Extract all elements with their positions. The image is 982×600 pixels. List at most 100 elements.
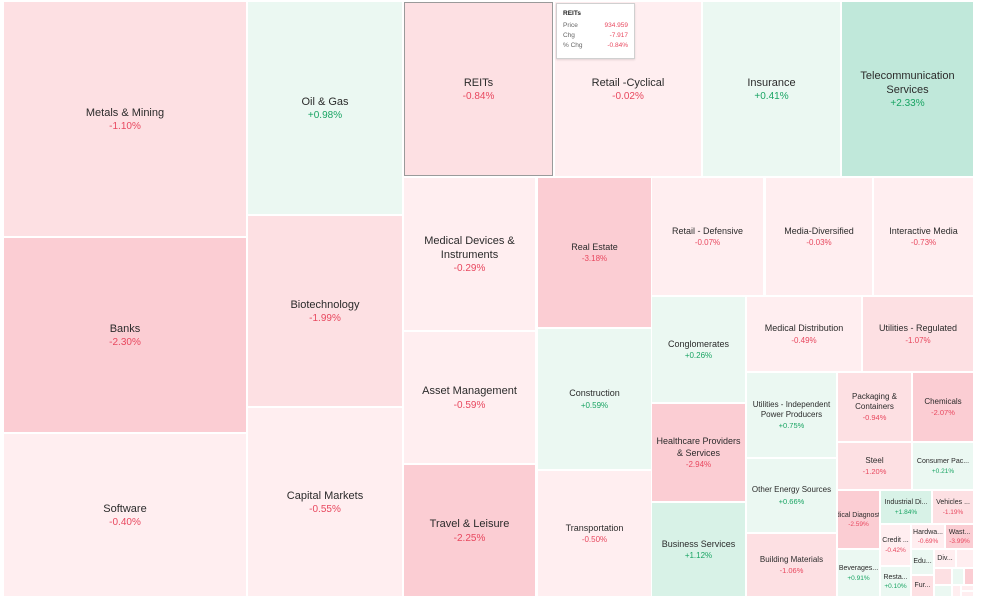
hover-tooltip: REITs Price 934.959 Chg -7.917 % Chg -0.… xyxy=(556,3,635,59)
cell-label: Media-Diversified xyxy=(784,225,854,236)
cell-change: +1.12% xyxy=(684,551,713,561)
tooltip-row-price: Price 934.959 xyxy=(563,22,628,29)
cell-change: +0.21% xyxy=(931,467,955,475)
cell-label: Utilities - Independent Power Producers xyxy=(752,399,831,419)
treemap-cell-unlabeled-8[interactable] xyxy=(962,592,973,596)
treemap-cell-asset-management[interactable]: Asset Management -0.59% xyxy=(404,332,535,463)
treemap-cell-capital-markets[interactable]: Capital Markets -0.55% xyxy=(248,408,402,596)
cell-label: Software xyxy=(103,502,147,515)
treemap-cell-utilities-independent-power-producers[interactable]: Utilities - Independent Power Producers +… xyxy=(747,373,836,457)
treemap-cell-unlabeled-5[interactable] xyxy=(935,586,951,596)
treemap-cell-beverages[interactable]: Beverages... +0.91% xyxy=(838,550,879,596)
cell-label: Vehicles ... xyxy=(936,499,970,507)
tooltip-row-pct-chg: % Chg -0.84% xyxy=(563,42,628,49)
treemap-cell-restaurants[interactable]: Resta... +0.10% xyxy=(881,567,910,596)
cell-label: Beverages... xyxy=(838,565,879,573)
cell-label: Other Energy Sources xyxy=(751,485,832,495)
treemap-cell-medical-diagnostics[interactable]: Medical Diagnostic... -2.59% xyxy=(838,491,879,548)
treemap-cell-telecommunication-services[interactable]: Telecommunication Services +2.33% xyxy=(842,2,973,176)
cell-label: Banks xyxy=(109,322,141,335)
tooltip-label: Price xyxy=(563,22,578,29)
cell-label: Industrial Di... xyxy=(884,499,928,507)
cell-label: Biotechnology xyxy=(290,298,360,311)
treemap-cell-healthcare-providers-and-services[interactable]: Healthcare Providers & Services -2.94% xyxy=(652,404,745,501)
treemap-cell-travel-and-leisure[interactable]: Travel & Leisure -2.25% xyxy=(404,465,535,596)
treemap-cell-unlabeled-3[interactable] xyxy=(953,569,963,584)
treemap-cell-reits[interactable]: REITs -0.84% xyxy=(404,2,553,176)
treemap-cell-business-services[interactable]: Business Services +1.12% xyxy=(652,503,745,596)
cell-label: Capital Markets xyxy=(286,489,364,502)
treemap-cell-unlabeled-4[interactable] xyxy=(965,569,973,584)
treemap-cell-metals-and-mining[interactable]: Metals & Mining -1.10% xyxy=(4,2,246,236)
cell-change: -0.94% xyxy=(862,413,887,423)
treemap-cell-unlabeled-7[interactable] xyxy=(962,586,973,590)
cell-label: Building Materials xyxy=(759,554,824,564)
treemap-cell-diversified[interactable]: Div... xyxy=(935,550,955,567)
cell-change: -2.94% xyxy=(685,460,712,470)
treemap-cell-furnishings[interactable]: Fur... xyxy=(912,576,933,596)
treemap-cell-insurance[interactable]: Insurance +0.41% xyxy=(703,2,840,176)
cell-change: -0.73% xyxy=(910,238,937,248)
cell-change: +2.33% xyxy=(890,98,925,110)
cell-label: Resta... xyxy=(883,573,908,581)
cell-label: Hardwa... xyxy=(913,528,943,536)
cell-change: +1.84% xyxy=(894,508,918,516)
sector-treemap: Metals & Mining -1.10% Banks -2.30% Software… xyxy=(0,0,982,600)
treemap-cell-banks[interactable]: Banks -2.30% xyxy=(4,238,246,432)
cell-change: -0.49% xyxy=(791,335,817,345)
cell-change: -2.25% xyxy=(453,532,486,544)
cell-label: Transportation xyxy=(565,522,624,533)
cell-change: -2.59% xyxy=(848,521,869,529)
cell-label: Insurance xyxy=(747,76,796,89)
cell-change: -2.07% xyxy=(931,408,955,418)
treemap-cell-unlabeled-1[interactable] xyxy=(957,550,973,567)
treemap-cell-interactive-media[interactable]: Interactive Media -0.73% xyxy=(874,178,973,295)
treemap-cell-construction[interactable]: Construction +0.59% xyxy=(538,329,651,469)
cell-change: -0.03% xyxy=(806,238,832,248)
cell-change: -3.18% xyxy=(581,254,608,264)
treemap-cell-vehicles[interactable]: Vehicles ... -1.19% xyxy=(933,491,973,523)
cell-change: -0.55% xyxy=(309,504,341,516)
tooltip-value: -7.917 xyxy=(609,32,628,39)
cell-label: REITs xyxy=(463,76,494,89)
treemap-cell-real-estate[interactable]: Real Estate -3.18% xyxy=(538,178,651,327)
treemap-cell-conglomerates[interactable]: Conglomerates +0.26% xyxy=(652,297,745,402)
cell-label: Packaging & Containers xyxy=(852,391,897,411)
tooltip-row-chg: Chg -7.917 xyxy=(563,32,628,39)
cell-label: Telecommunication Services xyxy=(860,69,955,96)
treemap-cell-unlabeled-6[interactable] xyxy=(953,586,960,596)
treemap-cell-unlabeled-2[interactable] xyxy=(935,569,951,584)
treemap-cell-transportation[interactable]: Transportation -0.50% xyxy=(538,471,651,596)
treemap-cell-steel[interactable]: Steel -1.20% xyxy=(838,443,911,489)
cell-label: Retail -Cyclical xyxy=(591,76,665,89)
cell-label: Healthcare Providers & Services xyxy=(656,435,741,458)
cell-label: Fur... xyxy=(914,582,931,590)
cell-label: Div... xyxy=(937,554,953,562)
cell-change: -0.29% xyxy=(453,263,486,275)
cell-change: -0.84% xyxy=(462,91,495,103)
treemap-cell-other-energy-sources[interactable]: Other Energy Sources +0.66% xyxy=(747,459,836,532)
treemap-cell-chemicals[interactable]: Chemicals -2.07% xyxy=(913,373,973,441)
treemap-cell-hardware[interactable]: Hardwa... -0.69% xyxy=(912,525,944,548)
cell-label: Business Services xyxy=(661,538,736,549)
treemap-cell-software[interactable]: Software -0.40% xyxy=(4,434,246,596)
treemap-cell-packaging-and-containers[interactable]: Packaging & Containers -0.94% xyxy=(838,373,911,441)
cell-change: +0.59% xyxy=(580,400,609,410)
treemap-cell-retail-defensive[interactable]: Retail - Defensive -0.07% xyxy=(652,178,763,295)
treemap-cell-medical-devices-and-instruments[interactable]: Medical Devices & Instruments -0.29% xyxy=(404,178,535,330)
cell-label: Retail - Defensive xyxy=(671,225,744,236)
cell-change: -0.40% xyxy=(109,517,141,529)
treemap-cell-education[interactable]: Edu... xyxy=(912,550,933,574)
treemap-cell-medical-distribution[interactable]: Medical Distribution -0.49% xyxy=(747,297,861,371)
treemap-cell-industrial-distribution[interactable]: Industrial Di... +1.84% xyxy=(881,491,931,523)
treemap-cell-utilities-regulated[interactable]: Utilities - Regulated -1.07% xyxy=(863,297,973,371)
treemap-cell-building-materials[interactable]: Building Materials -1.06% xyxy=(747,534,836,596)
cell-change: -0.42% xyxy=(885,546,906,554)
cell-change: -0.50% xyxy=(581,535,608,545)
treemap-cell-waste-management[interactable]: Wast... -3.99% xyxy=(946,525,973,548)
treemap-cell-oil-and-gas[interactable]: Oil & Gas +0.98% xyxy=(248,2,402,214)
treemap-cell-consumer-packaged-goods[interactable]: Consumer Pac... +0.21% xyxy=(913,443,973,489)
treemap-cell-biotechnology[interactable]: Biotechnology -1.99% xyxy=(248,216,402,406)
treemap-cell-media-diversified[interactable]: Media-Diversified -0.03% xyxy=(766,178,872,295)
treemap-cell-credit-services[interactable]: Credit ... -0.42% xyxy=(881,525,910,565)
